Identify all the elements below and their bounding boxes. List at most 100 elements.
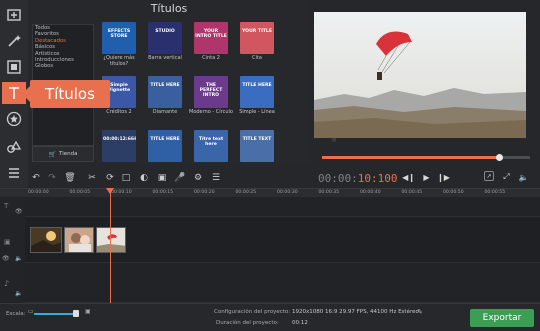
- title-tile[interactable]: YOUR INTRO TITLE: [194, 22, 228, 54]
- fullscreen-icon[interactable]: ⤢: [500, 171, 513, 183]
- playback-progress-handle[interactable]: [495, 154, 503, 161]
- video-clip-1[interactable]: [30, 227, 62, 253]
- title-tile[interactable]: Titre text here: [194, 130, 228, 162]
- store-button[interactable]: 🛒 Tienda: [32, 146, 94, 162]
- title-tile[interactable]: TITLE HERE: [148, 130, 182, 162]
- panel-title: Títulos: [150, 2, 188, 15]
- title-tile[interactable]: STUDIO: [148, 22, 182, 54]
- image-icon[interactable]: ▣: [156, 172, 168, 184]
- title-tile-label: Cinta 2: [202, 55, 220, 61]
- zoom-out-icon[interactable]: ▭: [28, 308, 34, 315]
- title-tile-text: THE PERFECT INTRO: [199, 83, 223, 98]
- playback-progress-fill: [322, 156, 499, 159]
- detach-player-icon[interactable]: ↗: [484, 171, 494, 181]
- title-tile-text: EFFECTS STORE: [107, 29, 131, 39]
- music-track-icon: ♪: [4, 279, 10, 288]
- ruler-tick-label: 00:00:40: [360, 190, 381, 195]
- title-tile-text: STUDIO: [155, 29, 175, 34]
- rotate-icon[interactable]: ⟳: [104, 172, 116, 184]
- title-tile[interactable]: TITLE HERE: [148, 76, 182, 108]
- title-tile-label: ¿Quiere más títulos?: [103, 55, 135, 67]
- ruler-tick-label: 00:00:25: [235, 190, 257, 195]
- title-tile[interactable]: TITLE TEXT: [240, 130, 274, 162]
- zoom-slider-fill: [34, 313, 76, 315]
- video-track-visibility-icon[interactable]: 👁: [2, 255, 10, 262]
- titles-grid: EFFECTS STORE ¿Quiere más títulos? STUDIO B…: [100, 22, 308, 164]
- crop-icon[interactable]: □: [120, 172, 132, 184]
- title-track-visibility-icon[interactable]: 👁: [15, 208, 23, 215]
- play-icon[interactable]: ▶: [420, 171, 433, 183]
- track-headers: T 👁 ▣ 👁 🔈 ♪ 🔈: [0, 197, 25, 303]
- filmstrip-icon[interactable]: [2, 56, 26, 78]
- cut-icon[interactable]: ✂: [86, 172, 98, 184]
- ruler-tick-label: 00:00:10: [111, 190, 132, 195]
- timeline-playhead[interactable]: [110, 188, 111, 318]
- title-tile[interactable]: TITLE HERE: [240, 76, 274, 108]
- config-label: Configuración del proyecto:: [214, 309, 291, 315]
- music-track[interactable]: [25, 263, 540, 303]
- video-clip-2[interactable]: [64, 227, 94, 253]
- previous-frame-icon[interactable]: ◀❙: [402, 171, 415, 183]
- title-tile-label: Cita: [252, 55, 262, 61]
- ruler-tick-label: 00:00:50: [443, 190, 464, 195]
- video-track-mute-icon[interactable]: 🔈: [15, 255, 22, 262]
- ruler-tick-label: 00:00:00: [28, 190, 49, 195]
- title-tile-text: TITLE HERE: [150, 83, 180, 88]
- title-track[interactable]: [25, 197, 540, 217]
- equalizer-icon[interactable]: ☰: [210, 172, 222, 184]
- ruler-tick-label: 00:00:15: [152, 190, 174, 195]
- playhead-marker[interactable]: [106, 188, 114, 194]
- preview-frame: [314, 12, 526, 138]
- ruler-tick-label: 00:00:20: [194, 190, 215, 195]
- config-value: 1920x1080 16:9 29.97 FPS, 44100 Hz Estér…: [292, 309, 419, 315]
- title-track-icon: T: [4, 202, 9, 210]
- title-tile-text: Titre text here: [198, 137, 224, 147]
- title-tile[interactable]: 00:00:12:666: [102, 130, 136, 162]
- redo-icon[interactable]: ↷: [46, 172, 58, 184]
- settings-gear-icon[interactable]: ⚙: [192, 172, 204, 184]
- next-frame-icon[interactable]: ❙▶: [437, 171, 450, 183]
- cart-icon: 🛒: [48, 150, 57, 158]
- title-tile-label: Diamante: [152, 109, 178, 115]
- menu-icon[interactable]: [2, 162, 26, 184]
- delete-icon[interactable]: 🗑: [64, 172, 76, 184]
- category-item[interactable]: Globos: [33, 63, 93, 69]
- export-button[interactable]: Exportar: [470, 309, 534, 327]
- title-tile-label: Moderno - Círculo: [189, 109, 233, 115]
- shapes-icon[interactable]: [2, 136, 26, 158]
- app-window: Títulos Todos Favoritos Destacados Básicos A…: [0, 0, 540, 331]
- duration-value: 00:12: [292, 320, 308, 326]
- duration-label: Duración del proyecto:: [216, 320, 279, 326]
- color-adjust-icon[interactable]: ◐: [138, 172, 150, 184]
- timecode-active: 10:100: [357, 172, 398, 185]
- magic-wand-icon[interactable]: [2, 30, 26, 52]
- volume-icon[interactable]: 🔈: [517, 171, 530, 183]
- title-tile-text: 00:00:12:666: [103, 137, 136, 142]
- timeline-ruler[interactable]: 00:00:00 00:00:05 00:00:10 00:00:15 00:00:20…: [0, 188, 540, 197]
- ruler-tick-label: 00:00:30: [277, 190, 298, 195]
- timecode-dim: 00:00:: [318, 172, 358, 185]
- import-icon[interactable]: [2, 4, 26, 26]
- title-tile-text: YOUR INTRO TITLE: [195, 29, 227, 39]
- undo-icon[interactable]: ↶: [30, 172, 42, 184]
- microphone-icon[interactable]: 🎤: [174, 172, 186, 184]
- title-tile-text: TITLE TEXT: [242, 137, 272, 142]
- star-icon[interactable]: [2, 108, 26, 130]
- scale-label: Escala:: [6, 311, 26, 317]
- video-clip-3[interactable]: [96, 227, 126, 253]
- timecode: 00:00:10:100: [318, 172, 398, 185]
- title-tile-label: Créditos 2: [106, 109, 132, 115]
- ruler-tick-label: 00:00:35: [318, 190, 340, 195]
- store-button-label: Tienda: [59, 151, 78, 157]
- ruler-tick-label: 00:00:45: [401, 190, 423, 195]
- zoom-in-icon[interactable]: ▣: [85, 308, 91, 315]
- title-tile[interactable]: THE PERFECT INTRO: [194, 76, 228, 108]
- title-tile-text: TITLE HERE: [242, 83, 272, 88]
- music-track-mute-icon[interactable]: 🔈: [15, 290, 22, 297]
- zoom-slider-handle[interactable]: [72, 310, 79, 317]
- title-tile-text: YOUR TITLE: [242, 29, 272, 34]
- title-tile[interactable]: EFFECTS STORE: [102, 22, 136, 54]
- status-bar: [0, 303, 540, 331]
- edit-config-icon[interactable]: ✎: [417, 308, 423, 316]
- title-tile[interactable]: YOUR TITLE: [240, 22, 274, 54]
